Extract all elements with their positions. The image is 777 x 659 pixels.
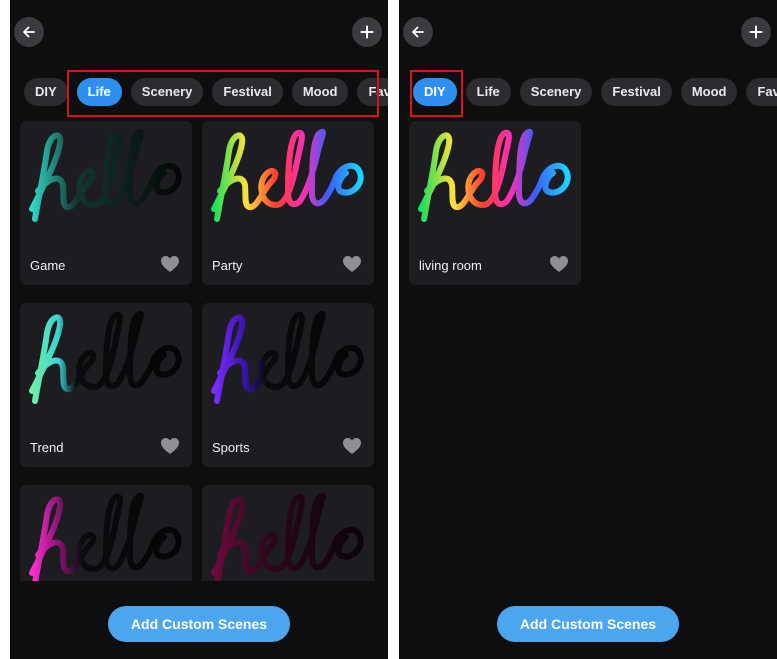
scene-name: Trend: [30, 440, 64, 455]
scene-preview-image: [202, 121, 374, 239]
arrow-left-icon: [23, 26, 35, 38]
tab-festival[interactable]: Festival: [212, 78, 283, 106]
scenes-screen-life: DIY Life Scenery Festival Mood Favo Game Party…: [10, 0, 388, 659]
add-scene-button[interactable]: [352, 17, 382, 47]
scene-card[interactable]: Sports: [202, 303, 374, 467]
back-button[interactable]: [403, 17, 433, 47]
add-scene-button[interactable]: [741, 17, 771, 47]
tab-favo[interactable]: Favo: [746, 78, 777, 106]
scene-card[interactable]: Game: [20, 121, 192, 285]
tab-life[interactable]: Life: [76, 78, 122, 106]
scenes-screen-diy: DIY Life Scenery Festival Mood Favo living ro…: [399, 0, 777, 659]
add-custom-scenes-button[interactable]: Add Custom Scenes: [497, 606, 679, 642]
tab-diy[interactable]: DIY: [413, 78, 457, 106]
heart-icon[interactable]: [160, 437, 180, 455]
scene-name: Party: [212, 258, 243, 273]
scene-card[interactable]: living room: [409, 121, 581, 285]
heart-icon[interactable]: [549, 255, 569, 273]
scene-preview-image: [20, 121, 192, 239]
plus-icon: [749, 25, 763, 39]
arrow-left-icon: [412, 26, 424, 38]
scene-name: Sports: [212, 440, 250, 455]
category-tabs: DIY Life Scenery Festival Mood Favo: [24, 78, 388, 106]
scene-preview-image: [20, 303, 192, 421]
tab-diy[interactable]: DIY: [24, 78, 68, 106]
tab-mood[interactable]: Mood: [291, 78, 349, 106]
scene-card[interactable]: Party: [202, 121, 374, 285]
scene-name: Game: [30, 258, 66, 273]
tab-mood[interactable]: Mood: [680, 78, 738, 106]
tab-scenery[interactable]: Scenery: [130, 78, 204, 106]
heart-icon[interactable]: [160, 255, 180, 273]
heart-icon[interactable]: [342, 437, 362, 455]
tab-favo[interactable]: Favo: [357, 78, 388, 106]
plus-icon: [360, 25, 374, 39]
tab-festival[interactable]: Festival: [601, 78, 672, 106]
scene-preview-image: [202, 303, 374, 421]
scene-card[interactable]: Trend: [20, 303, 192, 467]
scene-name: living room: [419, 258, 482, 273]
add-custom-scenes-button[interactable]: Add Custom Scenes: [108, 606, 290, 642]
tab-scenery[interactable]: Scenery: [519, 78, 593, 106]
back-button[interactable]: [14, 17, 44, 47]
tab-life[interactable]: Life: [465, 78, 511, 106]
scene-preview-image: [409, 121, 581, 239]
category-tabs: DIY Life Scenery Festival Mood Favo: [413, 78, 777, 106]
heart-icon[interactable]: [342, 255, 362, 273]
